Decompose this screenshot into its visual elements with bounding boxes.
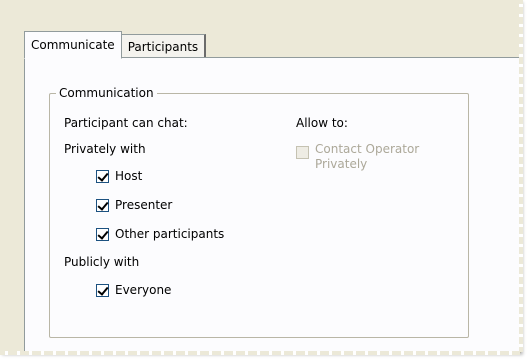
tab-participants[interactable]: Participants bbox=[120, 34, 207, 58]
contact-operator-label-line2: Privately bbox=[315, 157, 368, 171]
host-checkbox-label: Host bbox=[115, 169, 143, 183]
torn-edge-right bbox=[519, 0, 523, 352]
everyone-checkbox-box[interactable] bbox=[96, 283, 109, 297]
tab-strip: Communicate Participants bbox=[24, 28, 207, 59]
presenter-checkbox-label: Presenter bbox=[115, 198, 173, 212]
contact-operator-label: Contact Operator Privately bbox=[315, 142, 419, 172]
allow-to-label: Allow to: bbox=[296, 116, 348, 130]
host-checkbox[interactable]: Host bbox=[96, 169, 142, 183]
publicly-with-label: Publicly with bbox=[64, 255, 140, 269]
tab-communicate[interactable]: Communicate bbox=[24, 31, 122, 59]
privately-with-label: Privately with bbox=[64, 142, 146, 156]
presenter-checkbox[interactable]: Presenter bbox=[96, 198, 172, 212]
everyone-checkbox[interactable]: Everyone bbox=[96, 283, 171, 297]
dialog-window: Communicate Participants Communication P… bbox=[0, 0, 523, 355]
contact-operator-checkbox-box[interactable] bbox=[296, 146, 309, 159]
other-participants-checkbox-box[interactable] bbox=[96, 227, 109, 241]
tab-participants-label: Participants bbox=[127, 39, 199, 54]
everyone-checkbox-label: Everyone bbox=[115, 283, 172, 297]
contact-operator-checkbox[interactable]: Contact Operator Privately bbox=[296, 142, 419, 172]
other-participants-checkbox-label: Other participants bbox=[115, 227, 225, 241]
presenter-checkbox-box[interactable] bbox=[96, 198, 109, 212]
communicate-tab-panel: Communication Participant can chat: Priv… bbox=[24, 57, 520, 353]
communication-group-title: Communication bbox=[56, 86, 157, 100]
torn-edge-bottom bbox=[0, 351, 520, 355]
host-checkbox-box[interactable] bbox=[96, 169, 109, 183]
contact-operator-label-line1: Contact Operator bbox=[315, 142, 420, 156]
participant-can-chat-label: Participant can chat: bbox=[64, 116, 188, 130]
other-participants-checkbox[interactable]: Other participants bbox=[96, 227, 224, 241]
tab-communicate-label: Communicate bbox=[31, 38, 115, 52]
communication-groupbox: Communication Participant can chat: Priv… bbox=[49, 86, 469, 338]
